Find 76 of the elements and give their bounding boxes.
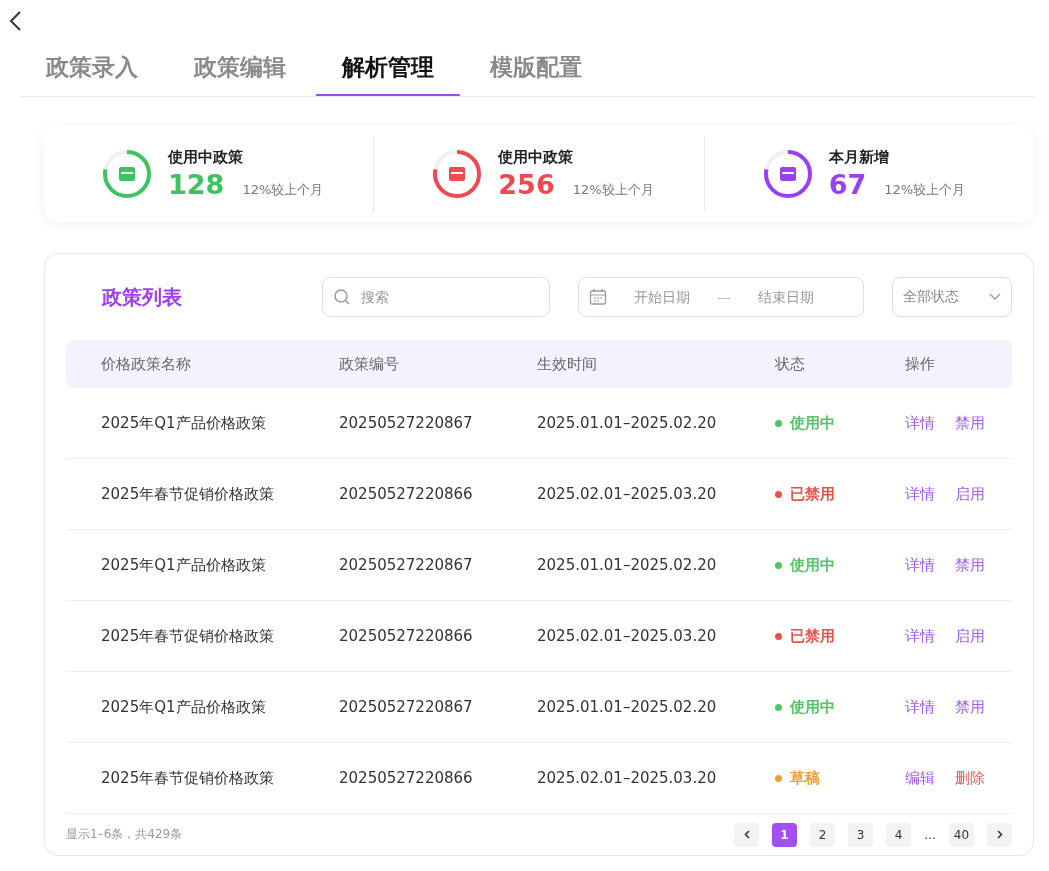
page-button[interactable]: 4: [886, 822, 911, 847]
date-separator: —: [717, 289, 731, 305]
stat-value: 256: [498, 168, 555, 200]
table-cell-text: 2025.02.01–2025.03.20: [537, 627, 718, 645]
table-cell-text: 2025.01.01–2025.02.20: [537, 698, 718, 716]
table-cell-text: 2025年春节促销价格政策: [101, 484, 276, 504]
action-link[interactable]: 禁用: [955, 413, 985, 433]
stat-title: 使用中政策: [168, 147, 244, 167]
table-cell-text: 20250527220867: [339, 698, 474, 716]
action-link[interactable]: 禁用: [955, 555, 985, 575]
stat-value: 67: [828, 168, 867, 200]
table-cell-text: 2025.01.01–2025.02.20: [537, 414, 718, 432]
pagination-ellipsis: …: [924, 827, 936, 842]
stat-title: 本月新增: [828, 147, 890, 167]
column-header: 状态: [775, 354, 806, 374]
action-link[interactable]: 启用: [955, 484, 985, 504]
action-link[interactable]: 详情: [905, 413, 935, 433]
status-label: 已禁用: [790, 626, 835, 646]
action-link[interactable]: 详情: [905, 697, 935, 717]
action-link[interactable]: 详情: [905, 484, 935, 504]
stat-title: 使用中政策: [498, 147, 575, 167]
table-cell-text: 2025.02.01–2025.03.20: [537, 769, 718, 787]
action-link[interactable]: 编辑: [905, 768, 935, 788]
column-header: 价格政策名称: [101, 354, 192, 374]
stat-change: 12%较上个月: [884, 180, 966, 199]
status-dropdown[interactable]: 全部状态: [892, 277, 1012, 317]
stat-value: 128: [168, 168, 225, 200]
table-cell-text: 20250527220866: [339, 485, 474, 503]
status-label: 草稿: [790, 768, 820, 788]
search-icon: [333, 288, 351, 306]
status-label: 使用中: [790, 555, 835, 575]
end-date-input[interactable]: 结束日期: [739, 288, 833, 306]
pagination-summary: 显示1–6条，共429条: [66, 826, 183, 843]
column-header: 操作: [905, 354, 936, 374]
stat-change: 12%较上个月: [242, 180, 324, 199]
list-title: 政策列表: [101, 283, 183, 311]
status-label: 已禁用: [790, 484, 835, 504]
chevron-right-icon: [996, 830, 1003, 839]
table-cell-text: 2025年Q1产品价格政策: [101, 697, 267, 717]
page-button[interactable]: 3: [848, 822, 873, 847]
page-button[interactable]: 2: [810, 822, 835, 847]
table-cell-text: 2025年春节促销价格政策: [101, 768, 276, 788]
tab[interactable]: 模版配置: [464, 40, 608, 96]
chevron-down-icon: [989, 293, 1001, 301]
calendar-icon: [589, 288, 607, 306]
tab[interactable]: 政策编辑: [168, 40, 312, 96]
page-button[interactable]: 1: [772, 822, 797, 847]
table-cell-text: 20250527220867: [339, 556, 474, 574]
table-cell-text: 20250527220866: [339, 769, 474, 787]
previous-page-button[interactable]: [734, 822, 759, 847]
back-icon[interactable]: [8, 10, 22, 32]
table-cell-text: 20250527220866: [339, 627, 474, 645]
tab[interactable]: 解析管理: [316, 40, 460, 96]
start-date-input[interactable]: 开始日期: [615, 288, 709, 306]
column-header: 生效时间: [537, 354, 598, 374]
search-input[interactable]: 搜索: [359, 288, 539, 306]
status-label: 使用中: [790, 413, 835, 433]
next-page-button[interactable]: [987, 822, 1012, 847]
action-link[interactable]: 删除: [955, 768, 985, 788]
table-cell-text: 2025年春节促销价格政策: [101, 626, 276, 646]
column-header: 政策编号: [339, 354, 400, 374]
table-cell-text: 2025年Q1产品价格政策: [101, 555, 267, 575]
table-cell-text: 20250527220867: [339, 414, 474, 432]
search-field[interactable]: 搜索: [322, 277, 550, 317]
action-link[interactable]: 详情: [905, 626, 935, 646]
status-label: 使用中: [790, 697, 835, 717]
tab[interactable]: 政策录入: [20, 40, 164, 96]
table-cell-text: 2025年Q1产品价格政策: [101, 413, 267, 433]
table-cell-text: 2025.02.01–2025.03.20: [537, 485, 718, 503]
chevron-left-icon: [743, 830, 750, 839]
action-link[interactable]: 启用: [955, 626, 985, 646]
action-link[interactable]: 详情: [905, 555, 935, 575]
page-button[interactable]: 40: [949, 822, 974, 847]
stat-change: 12%较上个月: [572, 180, 654, 199]
table-cell-text: 2025.01.01–2025.02.20: [537, 556, 718, 574]
action-link[interactable]: 禁用: [955, 697, 985, 717]
